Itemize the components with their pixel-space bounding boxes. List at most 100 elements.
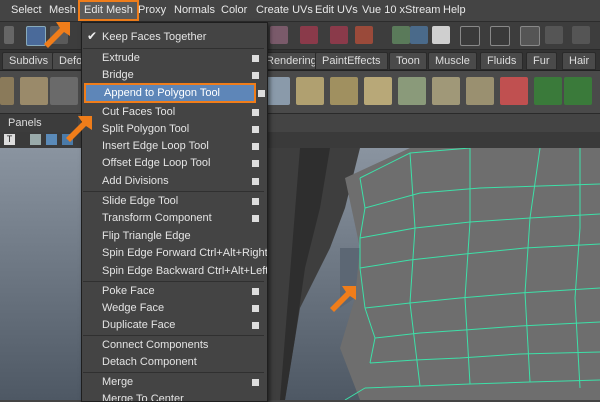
polygon-shelf-icons[interactable] <box>0 77 14 105</box>
option-box-icon[interactable] <box>252 55 259 62</box>
option-box-icon[interactable] <box>252 322 259 329</box>
option-box-icon[interactable] <box>252 160 259 167</box>
magnet-icon[interactable] <box>330 26 348 44</box>
option-box-icon[interactable] <box>252 109 259 116</box>
curve-icon[interactable] <box>270 26 288 44</box>
menu-item-duplicate-face[interactable]: Duplicate Face <box>82 317 265 334</box>
menu-item-cut-faces-tool[interactable]: Cut Faces Tool <box>82 104 265 121</box>
camera-icon[interactable] <box>520 26 540 46</box>
menu-item-label: Offset Edge Loop Tool <box>102 157 211 169</box>
camera-icon[interactable] <box>490 26 510 46</box>
polygon-shelf-icons[interactable] <box>466 77 494 105</box>
tab-fur[interactable]: Fur <box>526 52 557 70</box>
menu-item-spin-edge-backward[interactable]: Spin Edge Backward Ctrl+Alt+Left <box>82 263 268 280</box>
menu-item-label: Transform Component <box>102 212 212 224</box>
menu-item-flip-triangle-edge[interactable]: Flip Triangle Edge <box>82 228 265 245</box>
menu-proxy[interactable]: Proxy <box>138 0 166 21</box>
tab-muscle[interactable]: Muscle <box>428 52 477 70</box>
polygon-shelf-icons[interactable] <box>432 77 460 105</box>
divider <box>83 48 264 49</box>
menu-item-split-polygon-tool[interactable]: Split Polygon Tool <box>82 121 265 138</box>
menu-item-label: Duplicate Face <box>102 319 176 331</box>
text-icon[interactable]: T <box>4 134 15 145</box>
menu-create-uvs[interactable]: Create UVs <box>256 0 313 21</box>
polygon-shelf-icons[interactable] <box>50 77 78 105</box>
cube-icon[interactable] <box>30 134 41 145</box>
menu-edit-uvs[interactable]: Edit UVs <box>315 0 358 21</box>
tab-hair[interactable]: Hair <box>562 52 597 70</box>
divider <box>83 281 264 282</box>
tab-toon[interactable]: Toon <box>389 52 427 70</box>
menu-normals[interactable]: Normals <box>174 0 215 21</box>
divider <box>83 335 264 336</box>
menu-item-detach-component[interactable]: Detach Component <box>82 354 265 371</box>
option-box-icon[interactable] <box>252 126 259 133</box>
menu-color[interactable]: Color <box>221 0 247 21</box>
camera-icon[interactable] <box>545 26 563 44</box>
render-icon[interactable] <box>392 26 410 44</box>
cube-icon[interactable] <box>330 77 358 105</box>
magnet-icon[interactable] <box>355 26 373 44</box>
polygon-shelf-icons[interactable] <box>398 77 426 105</box>
divider <box>83 191 264 192</box>
panels-menu[interactable]: Panels <box>8 117 42 129</box>
menu-item-label: Flip Triangle Edge <box>102 230 191 242</box>
camera-icon[interactable] <box>460 26 480 46</box>
option-box-icon[interactable] <box>252 143 259 150</box>
polygon-shelf-icons[interactable] <box>500 77 528 105</box>
menu-item-transform-component[interactable]: Transform Component <box>82 210 265 227</box>
menu-item-slide-edge-tool[interactable]: Slide Edge Tool <box>82 193 265 210</box>
menu-item-label: Add Divisions <box>102 175 169 187</box>
menu-item-append-to-polygon-tool[interactable]: Append to Polygon Tool <box>84 83 256 103</box>
menu-vue-xstream[interactable]: Vue 10 xStream <box>362 0 440 21</box>
option-box-icon[interactable] <box>252 288 259 295</box>
polygon-shelf-icons[interactable] <box>534 77 562 105</box>
polygon-shelf-icons[interactable] <box>364 77 392 105</box>
divider <box>83 372 264 373</box>
menu-item-offset-edge-loop-tool[interactable]: Offset Edge Loop Tool <box>82 155 265 172</box>
option-box-icon[interactable] <box>252 305 259 312</box>
polygon-shelf-icons[interactable] <box>20 77 48 105</box>
menu-item-insert-edge-loop-tool[interactable]: Insert Edge Loop Tool <box>82 138 265 155</box>
menu-item-label: Keep Faces Together <box>102 31 207 43</box>
menu-select[interactable]: Select <box>11 0 42 21</box>
option-box-icon[interactable] <box>252 379 259 386</box>
option-box-icon[interactable] <box>258 90 265 97</box>
option-box-icon[interactable] <box>252 198 259 205</box>
menu-item-merge-to-center[interactable]: Merge To Center <box>82 391 265 401</box>
camera-icon[interactable] <box>432 26 450 44</box>
menubar: Select Mesh Edit Mesh Proxy Normals Colo… <box>0 0 600 22</box>
menu-item-extrude[interactable]: Extrude <box>82 50 265 67</box>
menu-item-bridge[interactable]: Bridge <box>82 67 265 84</box>
polygon-shelf-icons[interactable] <box>564 77 592 105</box>
tab-fluids[interactable]: Fluids <box>480 52 524 70</box>
cube-icon[interactable] <box>296 77 324 105</box>
menu-item-label: Poke Face <box>102 285 155 297</box>
menu-item-keep-faces-together[interactable]: ✔ Keep Faces Together <box>82 29 265 46</box>
annotation-arrow-icon <box>44 22 70 48</box>
menu-edit-mesh[interactable]: Edit Mesh <box>78 0 139 21</box>
chevron-icon[interactable] <box>4 26 14 44</box>
render-icon[interactable] <box>410 26 428 44</box>
close-icon[interactable] <box>572 26 590 44</box>
menu-item-connect-components[interactable]: Connect Components <box>82 337 265 354</box>
menu-help[interactable]: Help <box>443 0 466 21</box>
menu-item-label: Cut Faces Tool <box>102 106 176 118</box>
magnet-icon[interactable] <box>300 26 318 44</box>
menu-item-label: Slide Edge Tool <box>102 195 179 207</box>
option-box-icon[interactable] <box>258 85 266 102</box>
edit-mesh-dropdown: ✔ Keep Faces Together Extrude Bridge App… <box>81 22 268 402</box>
menu-item-merge[interactable]: Merge <box>82 374 265 391</box>
option-box-icon[interactable] <box>252 215 259 222</box>
menu-item-add-divisions[interactable]: Add Divisions <box>82 173 265 190</box>
option-box-icon[interactable] <box>252 72 259 79</box>
menu-item-spin-edge-forward[interactable]: Spin Edge Forward Ctrl+Alt+Right <box>82 245 268 262</box>
menu-item-label: Spin Edge Backward Ctrl+Alt+Left <box>102 265 268 277</box>
menu-item-wedge-face[interactable]: Wedge Face <box>82 300 265 317</box>
menu-item-label: Spin Edge Forward Ctrl+Alt+Right <box>102 247 268 259</box>
menu-item-label: Bridge <box>102 69 134 81</box>
cube-icon[interactable] <box>46 134 57 145</box>
tab-painteffects[interactable]: PaintEffects <box>315 52 388 70</box>
option-box-icon[interactable] <box>252 178 259 185</box>
menu-item-poke-face[interactable]: Poke Face <box>82 283 265 300</box>
